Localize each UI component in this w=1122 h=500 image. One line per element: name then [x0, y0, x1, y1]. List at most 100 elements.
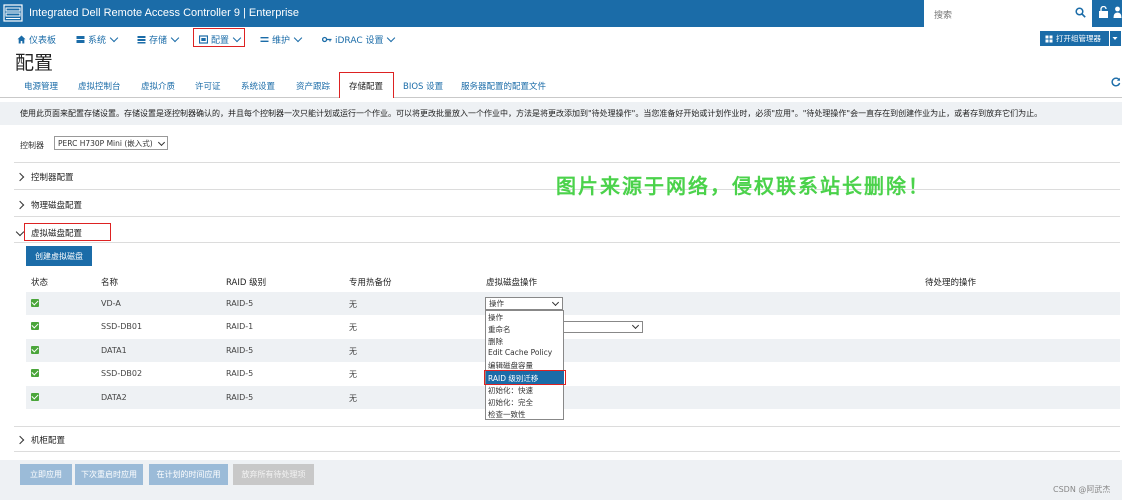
- vd-spare: 无: [349, 394, 357, 403]
- vd-raid: RAID-5: [226, 393, 254, 402]
- app-title: Integrated Dell Remote Access Controller…: [29, 7, 300, 19]
- search-input[interactable]: [932, 7, 1066, 22]
- controller-select-value: PERC H730P Mini (嵌入式): [58, 138, 153, 148]
- credit-text: CSDN @阿武杰: [1053, 485, 1111, 494]
- vd-name: DATA2: [101, 393, 127, 402]
- discard-pending-button[interactable]: 放弃所有待处理项: [233, 464, 314, 485]
- dropdown-option[interactable]: 检查一致性: [488, 409, 526, 420]
- page-title: 配置: [15, 52, 54, 74]
- tab-virtual-console[interactable]: 虚拟控制台: [78, 80, 121, 92]
- refresh-icon[interactable]: [1111, 77, 1121, 87]
- vd-spare: 无: [349, 300, 357, 309]
- chevron-down-icon: [15, 227, 25, 236]
- maintenance-icon: [260, 36, 269, 42]
- status-ok-icon: [31, 299, 39, 307]
- vd-name: VD-A: [101, 299, 121, 308]
- col-header-status: 状态: [31, 278, 49, 288]
- vd-name: SSD-DB02: [101, 369, 143, 378]
- vd-spare: 无: [349, 347, 357, 356]
- tab-storage-config[interactable]: 存储配置: [349, 80, 383, 92]
- idrac-logo-icon: [3, 4, 23, 22]
- divider: [14, 242, 1120, 243]
- storage-icon: [137, 35, 146, 43]
- col-header-name: 名称: [101, 278, 119, 288]
- lock-icon[interactable]: [1098, 6, 1109, 19]
- dropdown-option[interactable]: 初始化：完全: [488, 397, 533, 408]
- apply-next-reboot-button[interactable]: 下次重启时应用: [75, 464, 143, 485]
- dropdown-option[interactable]: 重命名: [488, 324, 511, 335]
- nav-system[interactable]: 系统: [76, 32, 119, 46]
- search-icon[interactable]: [1075, 7, 1086, 18]
- dropdown-option[interactable]: 操作: [488, 312, 503, 323]
- tab-virtual-media[interactable]: 虚拟介质: [141, 80, 175, 92]
- nav-highlight-box: [193, 28, 245, 47]
- chevron-right-icon: [15, 200, 25, 210]
- chevron-down-icon: [170, 33, 180, 42]
- vd-raid: RAID-1: [226, 322, 254, 331]
- key-icon: [322, 36, 332, 42]
- watermark-text: 图片来源于网络，侵权联系站长删除！: [556, 174, 930, 198]
- vd-operation-select[interactable]: [563, 321, 643, 333]
- section-title: 机柜配置: [31, 436, 66, 446]
- table-row: DATA1 RAID-5 无: [26, 339, 1120, 362]
- nav-label: 系统: [88, 35, 107, 46]
- create-virtual-disk-button[interactable]: 创建虚拟磁盘: [26, 246, 92, 266]
- chevron-down-icon: [293, 33, 303, 42]
- col-header-raid: RAID 级别: [226, 278, 267, 288]
- group-manager-dropdown[interactable]: [1109, 31, 1121, 46]
- table-row: SSD-DB02 RAID-5 无: [26, 362, 1120, 385]
- section-enclosure-config[interactable]: 机柜配置: [15, 434, 66, 446]
- dropdown-option[interactable]: 删除: [488, 336, 503, 347]
- vd-spare: 无: [349, 370, 357, 379]
- main-nav: 仪表板 系统 存储 配置 维护 iDRAC 设置: [0, 28, 1122, 50]
- nav-dashboard[interactable]: 仪表板: [17, 32, 56, 46]
- nav-label: 存储: [149, 35, 168, 46]
- user-icon[interactable]: [1113, 6, 1122, 19]
- home-icon: [17, 35, 26, 43]
- status-ok-icon: [31, 393, 39, 401]
- vd-raid: RAID-5: [226, 369, 254, 378]
- dropdown-option[interactable]: Edit Cache Policy: [488, 348, 552, 357]
- table-row: VD-A RAID-5 无: [26, 292, 1120, 315]
- tab-power[interactable]: 电源管理: [24, 80, 58, 92]
- tab-bar: 电源管理 虚拟控制台 虚拟介质 许可证 系统设置 资产跟踪 BIOS 设置 服务…: [0, 72, 1122, 98]
- nav-label: 维护: [272, 35, 291, 46]
- search-box[interactable]: [924, 0, 1092, 27]
- section-title: 控制器配置: [31, 173, 74, 183]
- col-header-pending: 待处理的操作: [925, 278, 977, 288]
- open-group-manager-button[interactable]: 打开组管理器: [1040, 31, 1109, 46]
- controller-label: 控制器: [20, 141, 44, 150]
- chevron-down-icon: [631, 321, 640, 330]
- divider: [14, 426, 1120, 427]
- tab-bios-settings[interactable]: BIOS 设置: [403, 80, 443, 92]
- caret-down-icon: [1112, 37, 1118, 40]
- dropdown-option[interactable]: 初始化：快速: [488, 385, 533, 396]
- nav-idrac-settings[interactable]: iDRAC 设置: [322, 32, 396, 46]
- group-manager-icon: [1045, 35, 1053, 42]
- divider: [14, 451, 1120, 452]
- nav-label: iDRAC 设置: [335, 35, 384, 46]
- chevron-down-icon: [109, 33, 119, 42]
- vd-raid: RAID-5: [226, 299, 254, 308]
- top-bar: Integrated Dell Remote Access Controller…: [0, 0, 1122, 27]
- vd-spare: 无: [349, 323, 357, 332]
- nav-maintenance[interactable]: 维护: [260, 32, 303, 46]
- apply-scheduled-button[interactable]: 在计划的时间应用: [149, 464, 228, 485]
- nav-storage[interactable]: 存储: [137, 32, 180, 46]
- server-icon: [76, 35, 85, 43]
- dropdown-highlight-box: [484, 370, 566, 385]
- tab-underline: [0, 97, 1122, 98]
- tab-system-settings[interactable]: 系统设置: [241, 80, 275, 92]
- tab-license[interactable]: 许可证: [195, 80, 221, 92]
- tab-asset-tracking[interactable]: 资产跟踪: [296, 80, 330, 92]
- section-physical-disk-config[interactable]: 物理磁盘配置: [15, 199, 82, 211]
- tab-server-profile[interactable]: 服务器配置的配置文件: [461, 80, 546, 92]
- vd-operation-select[interactable]: 操作: [485, 297, 563, 310]
- apply-now-button[interactable]: 立即应用: [20, 464, 72, 485]
- controller-select[interactable]: PERC H730P Mini (嵌入式): [54, 136, 168, 150]
- section-controller-config[interactable]: 控制器配置: [15, 171, 74, 183]
- chevron-right-icon: [15, 435, 25, 445]
- vd-operation-value: 操作: [489, 299, 504, 308]
- chevron-down-icon: [157, 138, 166, 147]
- status-ok-icon: [31, 322, 39, 330]
